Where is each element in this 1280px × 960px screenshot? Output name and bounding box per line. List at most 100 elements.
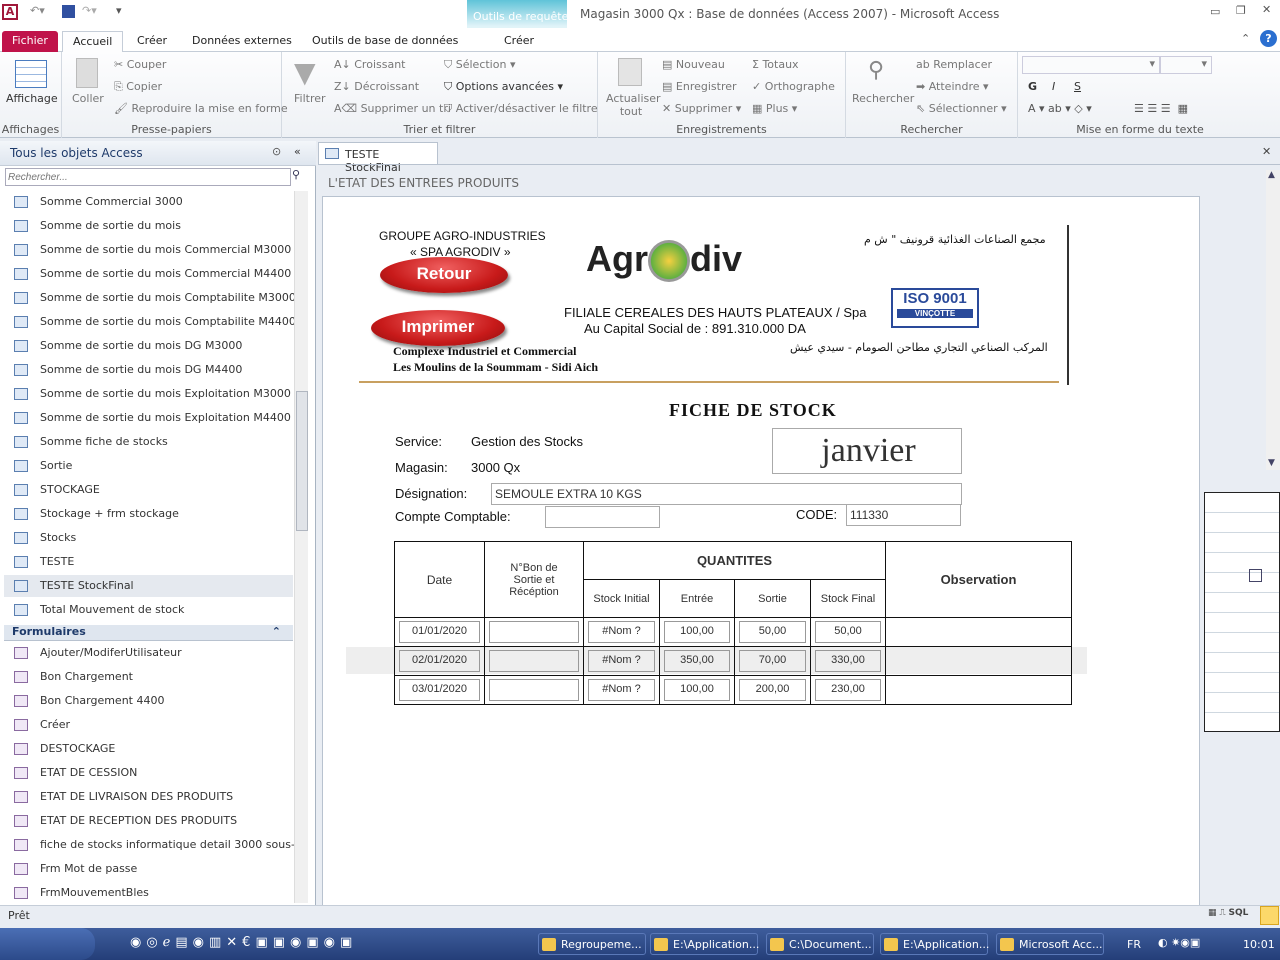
nav-query-item[interactable]: Somme de sortie du mois Exploitation M44… (14, 407, 291, 429)
nav-form-item[interactable]: fiche de stocks informatique detail 3000… (14, 834, 305, 856)
nav-query-item[interactable]: Somme de sortie du mois (14, 215, 181, 237)
nav-query-item[interactable]: TESTE StockFinal (4, 575, 293, 597)
scroll-thumb[interactable] (296, 391, 308, 531)
nav-query-item[interactable]: Stockage + frm stockage (14, 503, 179, 525)
remplacer-button[interactable]: ab Remplacer (916, 58, 992, 71)
font-select[interactable]: ▾ (1022, 56, 1160, 74)
cell-stock_initial[interactable]: #Nom ? (588, 621, 655, 643)
rechercher-button[interactable]: Rechercher (852, 92, 914, 105)
actualiser-button[interactable]: Actualiser tout (606, 92, 661, 118)
nav-form-item[interactable]: FrmMouvementBles (14, 882, 149, 904)
month-field[interactable]: janvier (772, 428, 962, 474)
nav-form-item[interactable]: Bon Chargement 4400 (14, 690, 164, 712)
nav-query-item[interactable]: Sortie (14, 455, 72, 477)
cell-observation[interactable] (885, 675, 1072, 705)
tab-creer[interactable]: Créer (127, 31, 177, 52)
sql-view-button[interactable]: SQL (1229, 908, 1249, 918)
italic-button[interactable]: I (1052, 80, 1055, 93)
copier-button[interactable]: ⎘ Copier (114, 80, 162, 94)
taskbar-item[interactable]: E:\Application... (880, 933, 989, 955)
right-scrollbar[interactable]: ▲ ▼ (1266, 170, 1280, 470)
atteindre-button[interactable]: ➡ Atteindre ▾ (916, 80, 989, 93)
nav-scrollbar[interactable] (294, 191, 308, 903)
enregistrer-button[interactable]: ▤ Enregistrer (662, 80, 737, 93)
collapse-icon[interactable]: ⌃ (272, 625, 281, 638)
tab-donnees-externes[interactable]: Données externes (182, 31, 302, 52)
close-icon[interactable]: ✕ (1262, 3, 1271, 16)
nav-query-item[interactable]: Somme de sortie du mois Comptabilite M44… (14, 311, 296, 333)
cell-observation[interactable] (885, 646, 1072, 676)
nav-form-item[interactable]: ETAT DE CESSION (14, 762, 137, 784)
cell-bon[interactable] (489, 650, 579, 672)
quick-launch-icons[interactable]: ◉◎ℯ▤◉▥✕€▣▣◉▣◉▣ (130, 935, 357, 950)
cell-bon[interactable] (489, 621, 579, 643)
nav-query-item[interactable]: Somme de sortie du mois DG M4400 (14, 359, 242, 381)
restore-icon[interactable]: ❐ (1236, 4, 1246, 17)
supprimer-button[interactable]: ✕ Supprimer ▾ (662, 102, 741, 115)
cell-stock_initial[interactable]: #Nom ? (588, 650, 655, 672)
supprimer-tri-button[interactable]: A⌫ Supprimer un tri (334, 102, 451, 115)
redo-icon[interactable]: ↷▾ (82, 4, 97, 17)
document-tab[interactable]: TESTE StockFinal (318, 142, 438, 174)
nav-form-item[interactable]: DESTOCKAGE (14, 738, 115, 760)
taskbar-item[interactable]: E:\Application... (650, 933, 759, 955)
nav-query-item[interactable]: Somme fiche de stocks (14, 431, 168, 453)
nav-title[interactable]: Tous les objets Access (10, 146, 143, 160)
save-icon[interactable] (62, 5, 75, 18)
cell-stock_final[interactable]: 330,00 (815, 650, 881, 672)
nav-query-item[interactable]: Somme de sortie du mois Comptabilite M30… (14, 287, 296, 309)
cell-stock_final[interactable]: 230,00 (815, 679, 881, 701)
cell-date[interactable]: 01/01/2020 (399, 621, 480, 643)
start-button[interactable] (0, 928, 95, 960)
nav-query-item[interactable]: Somme de sortie du mois Exploitation M30… (14, 383, 291, 405)
cell-entree[interactable]: 350,00 (664, 650, 730, 672)
plus-button[interactable]: ▦ Plus ▾ (752, 102, 797, 115)
grid-checkbox[interactable] (1249, 569, 1262, 582)
cell-entree[interactable]: 100,00 (664, 679, 730, 701)
cell-date[interactable]: 02/01/2020 (399, 650, 480, 672)
minimize-ribbon-icon[interactable]: ⌃ (1241, 32, 1250, 45)
imprimer-button[interactable]: Imprimer (371, 310, 505, 346)
search-icon[interactable]: ⚲ (292, 168, 300, 181)
scroll-down-icon[interactable]: ▼ (1268, 458, 1275, 468)
nav-query-item[interactable]: Somme de sortie du mois DG M3000 (14, 335, 242, 357)
nav-form-item[interactable]: Bon Chargement (14, 666, 133, 688)
tray-icons[interactable]: ◐ ✷◉▣ (1158, 936, 1200, 949)
options-avancees-button[interactable]: ⛉ Options avancées ▾ (444, 80, 563, 94)
cell-sortie[interactable]: 50,00 (739, 621, 806, 643)
cell-stock_final[interactable]: 50,00 (815, 621, 881, 643)
tab-fichier[interactable]: Fichier (2, 31, 58, 52)
nav-query-item[interactable]: Somme de sortie du mois Commercial M3000 (14, 239, 291, 261)
filtrer-button[interactable]: Filtrer (294, 92, 326, 105)
selection-button[interactable]: ⛉ Sélection ▾ (444, 58, 515, 72)
cell-entree[interactable]: 100,00 (664, 621, 730, 643)
scroll-up-icon[interactable]: ▲ (1268, 170, 1275, 180)
couper-button[interactable]: ✂ Couper (114, 58, 166, 71)
collapse-nav-icon[interactable]: « (294, 145, 301, 158)
taskbar-item[interactable]: Microsoft Acc... (996, 933, 1104, 955)
orthographe-button[interactable]: ✓ Orthographe (752, 80, 835, 93)
tab-context-creer[interactable]: Créer (494, 31, 544, 52)
customize-qat-icon[interactable]: ▾ (116, 4, 122, 17)
cell-date[interactable]: 03/01/2020 (399, 679, 480, 701)
forms-section-header[interactable]: Formulaires ⌃ (4, 625, 293, 641)
croissant-button[interactable]: A↓ Croissant (334, 58, 406, 71)
nav-form-item[interactable]: ETAT DE RECEPTION DES PRODUITS (14, 810, 237, 832)
taskbar-item[interactable]: C:\Document... (766, 933, 874, 955)
nav-form-item[interactable]: Ajouter/ModiferUtilisateur (14, 642, 182, 664)
align-icons[interactable]: ☰ ☰ ☰ ▦ (1134, 102, 1188, 115)
help-icon[interactable]: ? (1260, 30, 1277, 47)
coller-button[interactable]: Coller (72, 92, 104, 105)
decroissant-button[interactable]: Z↓ Décroissant (334, 80, 419, 93)
cell-bon[interactable] (489, 679, 579, 701)
tab-accueil[interactable]: Accueil (62, 31, 124, 52)
cell-observation[interactable] (885, 617, 1072, 647)
retour-button[interactable]: Retour (380, 257, 508, 293)
nav-form-item[interactable]: ETAT DE LIVRAISON DES PRODUITS (14, 786, 233, 808)
close-document-icon[interactable]: ✕ (1262, 145, 1271, 158)
designation-field[interactable]: SEMOULE EXTRA 10 KGS (491, 483, 962, 505)
nav-search-input[interactable] (5, 168, 291, 186)
font-size-select[interactable]: ▾ (1160, 56, 1212, 74)
nav-query-item[interactable]: Somme de sortie du mois Commercial M4400 (14, 263, 291, 285)
selectionner-button[interactable]: ⇖ Sélectionner ▾ (916, 102, 1007, 115)
